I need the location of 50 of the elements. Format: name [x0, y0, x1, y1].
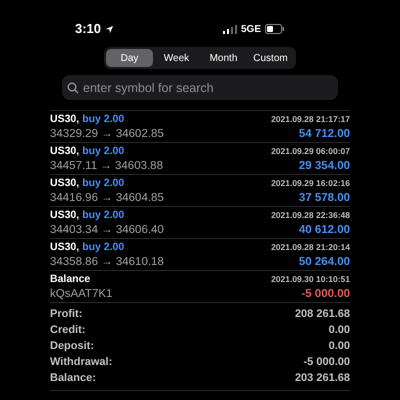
deal-side: buy 2.00	[82, 176, 124, 190]
deal-side: buy 2.00	[82, 112, 124, 126]
signal-icon	[222, 24, 237, 34]
summary-value: -5 000.00	[304, 354, 350, 370]
deal-prices: 34403.34 → 34606.40	[50, 223, 164, 238]
deal-side: buy 2.00	[82, 208, 124, 222]
summary-value: 203 261.68	[294, 370, 350, 386]
search-icon	[67, 82, 79, 94]
deal-side: buy 2.00	[82, 144, 124, 158]
summary-value: 0.00	[328, 322, 350, 338]
period-tab[interactable]: Month	[200, 49, 247, 67]
deal-symbol: US30,	[50, 112, 80, 126]
summary-label: Deposit:	[50, 338, 94, 354]
battery-icon	[265, 24, 285, 34]
deal-symbol: US30,	[50, 240, 80, 254]
deal-amount: 40 612.00	[298, 223, 350, 238]
deal-time: 2021.09.29 16:02:16	[271, 177, 350, 190]
deal-amount: 29 354.00	[298, 159, 350, 174]
summary-value: 0.00	[328, 338, 350, 354]
deal-prices: 34457.11 → 34603.88	[50, 159, 163, 174]
deal-time: 2021.09.30 10:10:51	[271, 273, 350, 286]
deal-amount: -5 000.00	[301, 287, 350, 302]
location-arrow-icon	[105, 24, 114, 34]
summary-value: 208 261.68	[294, 306, 350, 322]
deal-amount: 50 264.00	[298, 255, 350, 270]
summary-label: Profit:	[50, 306, 82, 322]
deal-amount: 37 578.00	[298, 191, 350, 206]
deal-amount: 54 712.00	[298, 127, 350, 142]
summary-label: Withdrawal:	[50, 354, 112, 370]
deal-symbol: US30,	[50, 208, 80, 222]
deal-prices: 34358.86 → 34610.18	[50, 255, 164, 270]
deal-time: 2021.09.29 06:00:07	[271, 145, 350, 158]
deal-symbol: US30,	[50, 144, 80, 158]
summary-label: Balance:	[50, 370, 96, 386]
deal-type: Balance	[50, 272, 92, 286]
summary-label: Credit:	[50, 322, 86, 338]
deal-time: 2021.09.28 21:20:14	[271, 241, 350, 254]
deal-prices: 34416.96 → 34604.85	[50, 191, 164, 206]
period-tab[interactable]: Custom	[247, 49, 294, 67]
deal-symbol: US30,	[50, 176, 80, 190]
network-label: 5GE	[240, 22, 261, 36]
search-field[interactable]: enter symbol for search	[62, 75, 338, 100]
deal-comment: kQsAAT7K1	[50, 287, 112, 302]
period-tab[interactable]: Day	[106, 49, 153, 67]
deal-time: 2021.09.28 21:17:17	[271, 113, 350, 126]
deal-side: buy 2.00	[82, 240, 124, 254]
period-tab[interactable]: Week	[153, 49, 200, 67]
deal-time: 2021.09.28 22:36:48	[271, 209, 350, 222]
clock-time: 3:10	[75, 20, 102, 38]
deal-prices: 34329.29 → 34602.85	[50, 127, 164, 142]
